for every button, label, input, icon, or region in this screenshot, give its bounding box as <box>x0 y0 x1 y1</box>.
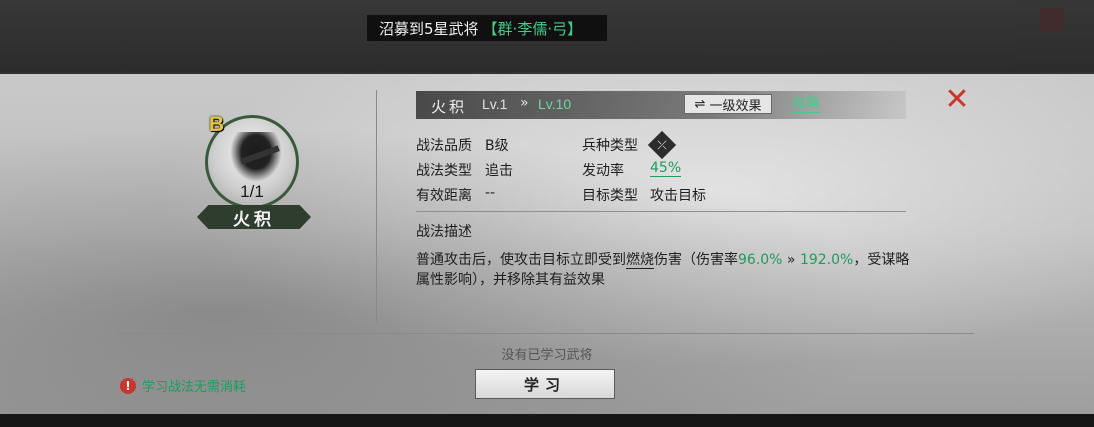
level-current: Lv.1 <box>482 96 508 112</box>
recruit-general-name: 【群·李儒·弓】 <box>482 19 583 38</box>
damage-rate-arrow: » <box>782 252 800 268</box>
skill-detail-panel <box>0 74 1094 414</box>
bow-troop-icon: ⤫ <box>647 130 677 160</box>
skill-count: 1/1 <box>240 182 264 201</box>
no-learned-generals-text: 没有已学习武将 <box>501 348 593 363</box>
target-type-value: 攻击目标 <box>650 188 706 204</box>
troop-type-label: 兵种类型 <box>582 138 638 154</box>
effect-level-label: 一级效果 <box>709 98 762 114</box>
close-icon[interactable]: ✕ <box>943 85 971 115</box>
guide-link[interactable]: 攻略 <box>792 96 820 113</box>
cost-notice-text: 学习战法无需消耗 <box>142 380 247 395</box>
cost-notice: ! 学习战法无需消耗 <box>120 376 246 395</box>
recruit-notification: 沼募到5星武将 【群·李儒·弓】 <box>367 15 607 41</box>
recruit-text: 沼募到5星武将 <box>379 19 479 38</box>
trigger-rate-label: 发动率 <box>582 163 624 179</box>
trigger-rate-value[interactable]: 45% <box>650 160 682 177</box>
skill-title: 火积 <box>431 98 468 116</box>
range-value: -- <box>485 185 496 201</box>
level-max: Lv.10 <box>538 96 572 112</box>
warning-icon: ! <box>120 377 136 394</box>
background-corner-button <box>1040 8 1064 32</box>
damage-rate-from: 96.0% <box>738 252 783 268</box>
skill-header: 火积 Lv.1 » Lv.10 ⇌ 一级效果 攻略 <box>416 91 906 119</box>
skill-type-label: 战法类型 <box>416 163 472 179</box>
effect-level-button[interactable]: ⇌ 一级效果 <box>684 94 772 114</box>
description-text: 普通攻击后，使攻击目标立即受到燃烧伤害（伤害率96.0% » 192.0%，受谋… <box>416 250 916 290</box>
vertical-divider <box>376 90 377 322</box>
target-type-label: 目标类型 <box>582 188 638 204</box>
swap-icon: ⇌ <box>694 96 706 112</box>
bottom-strip <box>0 414 1094 427</box>
attribute-divider <box>416 211 906 212</box>
level-arrow-icon: » <box>520 95 529 111</box>
warrior-figure-icon <box>230 132 282 182</box>
quality-value: B级 <box>485 138 509 154</box>
description-title: 战法描述 <box>416 224 472 240</box>
desc-part2: 伤害（伤害率 <box>654 252 738 268</box>
horizontal-divider <box>118 333 974 334</box>
skill-type-value: 追击 <box>485 163 513 179</box>
quality-label: 战法品质 <box>416 138 472 154</box>
learn-button[interactable]: 学习 <box>475 369 615 399</box>
desc-part1: 普通攻击后，使攻击目标立即受到 <box>416 252 626 268</box>
damage-rate-to: 192.0% <box>799 252 854 268</box>
grade-badge: B <box>209 113 225 136</box>
burn-keyword[interactable]: 燃烧 <box>626 252 654 269</box>
skill-name-plate: 火积 <box>197 205 311 229</box>
range-label: 有效距离 <box>416 188 472 204</box>
